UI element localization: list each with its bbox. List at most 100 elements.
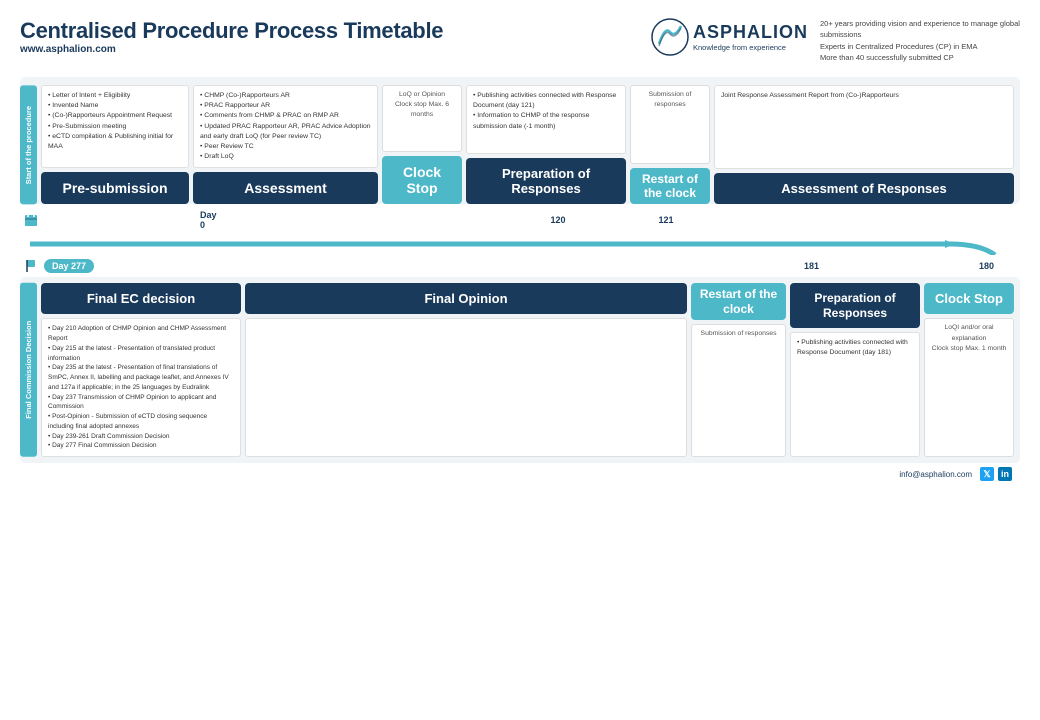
bottom-day-row: Day 277 181 180 (20, 257, 1020, 275)
clockstop-info: LoQ or Opinion Clock stop Max. 6 months (382, 85, 462, 152)
list-item: Comments from CHMP & PRAC on RMP AR (200, 111, 371, 121)
day0-label: Day 0 (200, 210, 210, 230)
presubmission-block: Pre-submission (41, 172, 189, 204)
list-item: Day 239-261 Draft Commission Decision (48, 432, 234, 442)
list-item: Draft LoQ (200, 152, 371, 162)
list-item: Letter of Intent + Eligibility (48, 91, 182, 101)
website-url: www.asphalion.com (20, 44, 443, 55)
day181-label: 181 (804, 261, 819, 271)
prep-responses-info: Publishing activities connected with Res… (466, 85, 626, 154)
bottom-clockstop-block: Clock Stop (924, 283, 1014, 314)
logo-text: ASPHALION Knowledge from experience (693, 22, 808, 52)
list-item: Invented Name (48, 101, 182, 111)
bottom-clockstop-info: LoQI and/or oral explanation Clock stop … (924, 318, 1014, 457)
assessment-responses-info: Joint Response Assessment Report from (C… (714, 85, 1014, 169)
desc-line1: 20+ years providing vision and experienc… (820, 18, 1020, 41)
day121-label: 121 (652, 215, 680, 225)
restart-clock-info: Submission of responses (630, 85, 710, 164)
submission-responses-label: Submission of responses (636, 90, 704, 110)
list-item: Peer Review TC (200, 142, 371, 152)
presubmission-info: Letter of Intent + Eligibility Invented … (41, 85, 189, 168)
assessment-responses-col: Joint Response Assessment Report from (C… (714, 85, 1014, 204)
top-arrow-row (20, 233, 1020, 255)
list-item: Day 277 Final Commission Decision (48, 441, 234, 451)
desc-line2: Experts in Centralized Procedures (CP) i… (820, 41, 1020, 52)
bottom-restart-col: Restart of the clock Submission of respo… (691, 283, 786, 457)
prep-responses-block: Preparation of Responses (466, 158, 626, 204)
top-arrow-svg (20, 233, 1030, 255)
assessment-col: CHMP (Co-)Rapporteurs AR PRAC Rapporteur… (193, 85, 378, 204)
final-opinion-col: Final Opinion (245, 283, 687, 457)
restart-clock-col: Submission of responses Restart of the c… (630, 85, 710, 204)
footer: info@asphalion.com 𝕏 in (20, 463, 1020, 481)
bottom-prep-col: Preparation of Responses Publishing acti… (790, 283, 920, 457)
bottom-loqi-label: LoQI and/or oral explanation (930, 323, 1008, 343)
presubmission-list: Letter of Intent + Eligibility Invented … (48, 91, 182, 152)
clockstop-max: Clock stop Max. 6 months (388, 100, 456, 120)
top-section: Start of the procedure Letter of Intent … (20, 77, 1020, 204)
list-item: Publishing activities connected with Res… (473, 91, 619, 111)
header: Centralised Procedure Process Timetable … (20, 18, 1020, 63)
list-item: (Co-)Rapporteurs Appointment Request (48, 111, 182, 121)
list-item: Information to CHMP of the response subm… (473, 111, 619, 131)
flag-icon (26, 259, 40, 273)
bottom-prep-list: Publishing activities connected with Res… (797, 338, 913, 358)
prep-responses-col: Publishing activities connected with Res… (466, 85, 626, 204)
final-opinion-block: Final Opinion (245, 283, 687, 314)
twitter-icon[interactable]: 𝕏 (980, 467, 994, 481)
bottom-clockstop-col: Clock Stop LoQI and/or oral explanation … (924, 283, 1014, 457)
bottom-restart-block: Restart of the clock (691, 283, 786, 320)
assessment-list: CHMP (Co-)Rapporteurs AR PRAC Rapporteur… (200, 91, 371, 162)
page-title: Centralised Procedure Process Timetable (20, 18, 443, 44)
bottom-prep-info: Publishing activities connected with Res… (790, 332, 920, 457)
day120-label: 120 (544, 215, 572, 225)
list-item: CHMP (Co-)Rapporteurs AR (200, 91, 371, 101)
day180-label: 180 (979, 261, 994, 271)
top-day-row: Day 0 120 121 (20, 207, 1020, 233)
list-item: Day 215 at the latest - Presentation of … (48, 344, 234, 364)
footer-icons: 𝕏 in (980, 467, 1012, 481)
clockstop-block: Clock Stop (382, 156, 462, 204)
header-right: ASPHALION Knowledge from experience 20+ … (651, 18, 1020, 63)
bottom-section: Final Commission Decision Final EC decis… (20, 277, 1020, 463)
list-item: PRAC Rapporteur AR (200, 101, 371, 111)
start-procedure-label: Start of the procedure (20, 85, 37, 204)
clockstop-loq: LoQ or Opinion (388, 90, 456, 100)
logo-name: ASPHALION (693, 22, 808, 43)
calendar-icon (24, 213, 38, 227)
bottom-submission-label: Submission of responses (697, 329, 780, 339)
clockstop-col: LoQ or Opinion Clock stop Max. 6 months … (382, 85, 462, 204)
joint-report-label: Joint Response Assessment Report from (C… (721, 91, 1007, 101)
final-opinion-empty (245, 318, 687, 457)
list-item: Day 237 Transmission of CHMP Opinion to … (48, 393, 234, 413)
logo-area: ASPHALION Knowledge from experience (651, 18, 808, 56)
final-commission-label: Final Commission Decision (20, 283, 37, 457)
day277-label: Day 277 (44, 259, 94, 273)
list-item: Publishing activities connected with Res… (797, 338, 913, 358)
assessment-info: CHMP (Co-)Rapporteurs AR PRAC Rapporteur… (193, 85, 378, 168)
assessment-block: Assessment (193, 172, 378, 204)
page: Centralised Procedure Process Timetable … (0, 0, 1040, 720)
bottom-prep-block: Preparation of Responses (790, 283, 920, 328)
list-item: Day 210 Adoption of CHMP Opinion and CHM… (48, 324, 234, 344)
final-ec-block: Final EC decision (41, 283, 241, 314)
list-item: eCTD compilation & Publishing initial fo… (48, 132, 182, 152)
header-left: Centralised Procedure Process Timetable … (20, 18, 443, 55)
bottom-clockstop-max: Clock stop Max. 1 month (930, 344, 1008, 354)
desc-line3: More than 40 successfully submitted CP (820, 52, 1020, 63)
logo-icon (651, 18, 689, 56)
logo-tagline: Knowledge from experience (693, 43, 808, 52)
presubmission-col: Letter of Intent + Eligibility Invented … (41, 85, 189, 204)
final-ec-info: Day 210 Adoption of CHMP Opinion and CHM… (41, 318, 241, 457)
list-item: Pre-Submission meeting (48, 122, 182, 132)
header-description: 20+ years providing vision and experienc… (820, 18, 1020, 63)
final-ec-col: Final EC decision Day 210 Adoption of CH… (41, 283, 241, 457)
assessment-responses-block: Assessment of Responses (714, 173, 1014, 204)
restart-clock-block: Restart of the clock (630, 168, 710, 205)
linkedin-icon[interactable]: in (998, 467, 1012, 481)
final-ec-list: Day 210 Adoption of CHMP Opinion and CHM… (48, 324, 234, 451)
list-item: Updated PRAC Rapporteur AR, PRAC Advice … (200, 122, 371, 142)
list-item: Day 235 at the latest - Presentation of … (48, 363, 234, 392)
footer-email: info@asphalion.com (899, 470, 972, 479)
bottom-restart-info: Submission of responses (691, 324, 786, 457)
